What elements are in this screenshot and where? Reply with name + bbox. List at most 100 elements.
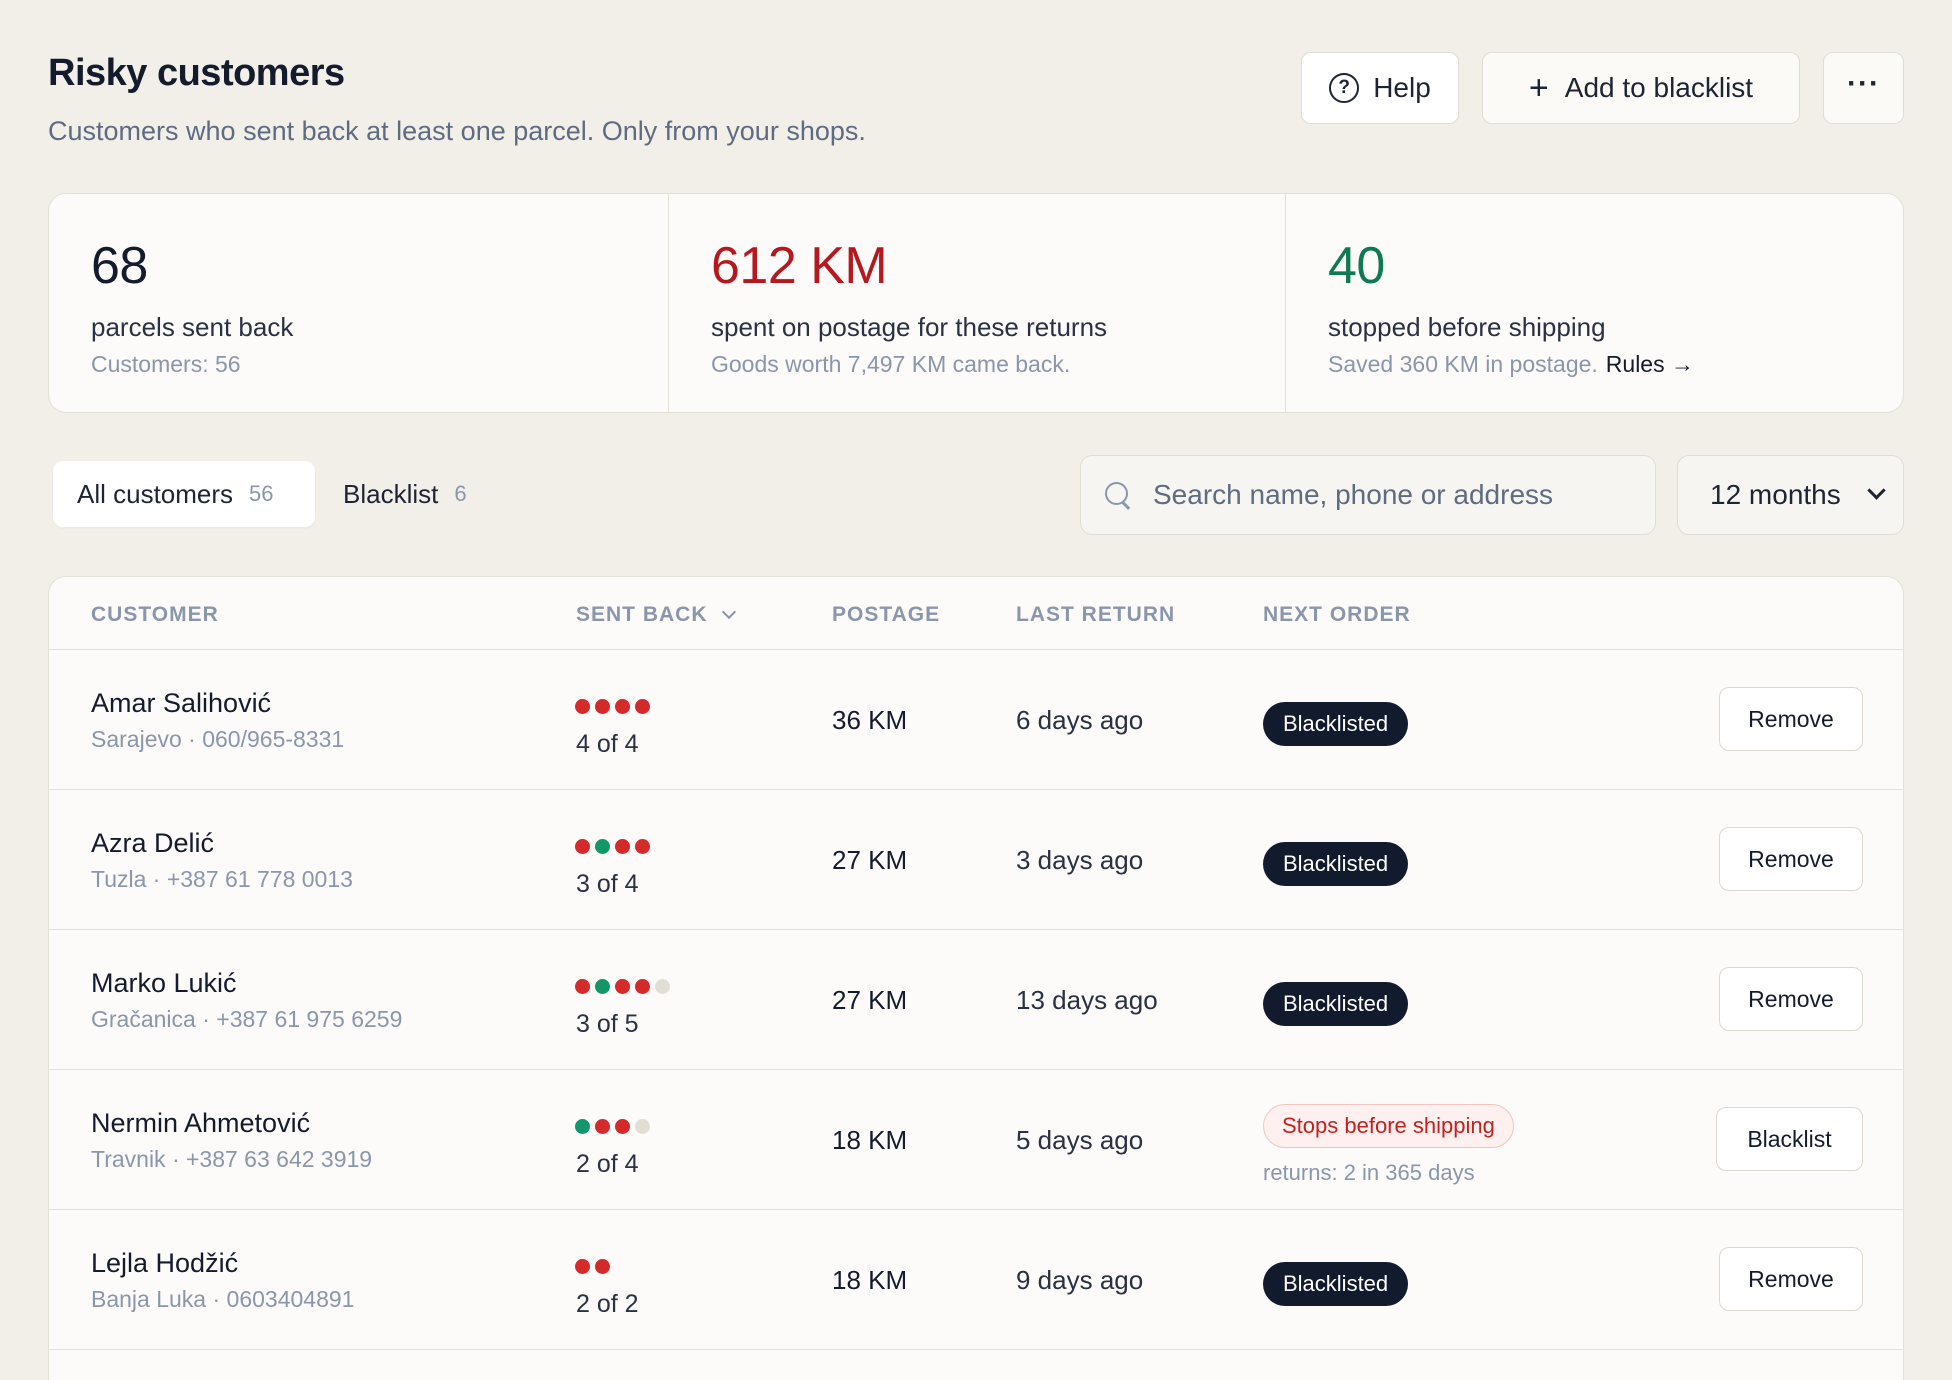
stat-value: 612 KM xyxy=(711,237,888,295)
return-dot-red xyxy=(575,1259,590,1274)
postage-value: 27 KM xyxy=(832,845,908,875)
customer-meta: Gračanica · +387 61 975 6259 xyxy=(91,1006,403,1032)
tab-label: Blacklist xyxy=(343,478,439,509)
customer-meta: Banja Luka · 0603404891 xyxy=(91,1286,355,1312)
return-dot-red xyxy=(635,839,650,854)
return-dot-red xyxy=(575,979,590,994)
return-dot-red xyxy=(615,1119,630,1134)
remove-button[interactable]: Remove xyxy=(1719,967,1863,1031)
customer-name: Nermin Ahmetović xyxy=(91,1108,311,1138)
page-subtitle: Customers who sent back at least one par… xyxy=(48,116,866,146)
stat-stopped-before-shipping: 40 stopped before shipping Saved 360 KM … xyxy=(1286,194,1903,412)
remove-button[interactable]: Remove xyxy=(1719,687,1863,751)
add-to-blacklist-button[interactable]: + Add to blacklist xyxy=(1482,52,1800,124)
return-dot-red xyxy=(635,979,650,994)
last-return-value: 9 days ago xyxy=(1016,1265,1144,1295)
remove-button[interactable]: Remove xyxy=(1719,827,1863,891)
stat-value: 68 xyxy=(91,237,148,295)
return-dot-green xyxy=(575,1119,590,1134)
status-badge-blacklisted: Blacklisted xyxy=(1263,702,1409,746)
customers-table: CUSTOMER SENT BACK POSTAGE LAST RETURN N… xyxy=(48,576,1904,1380)
help-button-label: Help xyxy=(1373,72,1431,103)
page-title: Risky customers xyxy=(48,52,345,94)
tab-blacklist[interactable]: Blacklist 6 xyxy=(319,461,491,527)
customer-name: Lejla Hodžić xyxy=(91,1248,239,1278)
sort-chevron-icon xyxy=(721,604,736,620)
stat-label: spent on postage for these returns xyxy=(711,312,1108,342)
last-return-value: 3 days ago xyxy=(1016,845,1144,875)
status-note: returns: 2 in 365 days xyxy=(1263,1160,1475,1185)
tab-label: All customers xyxy=(77,478,234,509)
column-header-sent-back[interactable]: SENT BACK xyxy=(576,603,736,627)
sent-back-fraction: 2 of 2 xyxy=(576,1290,639,1318)
customer-meta: Sarajevo · 060/965-8331 xyxy=(91,726,345,752)
last-return-value: 6 days ago xyxy=(1016,705,1144,735)
stat-sub: Customers: 56 xyxy=(91,351,241,377)
return-dot-red xyxy=(615,839,630,854)
customer-name: Azra Delić xyxy=(91,828,215,858)
blacklist-button[interactable]: Blacklist xyxy=(1716,1107,1863,1171)
tab-count: 6 xyxy=(454,481,467,506)
sent-back-dots xyxy=(575,1259,610,1274)
customer-name: Amar Salihović xyxy=(91,688,272,718)
table-row: Marko Lukić Gračanica · +387 61 975 6259 3… xyxy=(49,930,1903,1070)
remove-button[interactable]: Remove xyxy=(1719,1247,1863,1311)
return-dot-red xyxy=(575,699,590,714)
question-circle-icon: ? xyxy=(1329,73,1360,103)
sent-back-dots xyxy=(575,979,670,994)
status-badge-blacklisted: Blacklisted xyxy=(1263,982,1409,1026)
rules-link[interactable]: Rules → xyxy=(1606,351,1694,377)
table-row: Nermin Ahmetović Travnik · +387 63 642 39… xyxy=(49,1070,1903,1210)
table-row: Azra Delić Tuzla · +387 61 778 0013 3 of 4… xyxy=(49,790,1903,930)
postage-value: 18 KM xyxy=(832,1265,908,1295)
return-dot-green xyxy=(595,979,610,994)
last-return-value: 5 days ago xyxy=(1016,1125,1144,1155)
status-badge-blacklisted: Blacklisted xyxy=(1263,1262,1409,1306)
sent-back-dots xyxy=(575,1119,650,1134)
period-select[interactable]: 12 months xyxy=(1677,455,1904,535)
return-dot-red xyxy=(615,979,630,994)
page-header: Risky customers Customers who sent back … xyxy=(48,52,1904,162)
plus-icon: + xyxy=(1528,69,1549,107)
last-return-value: 13 days ago xyxy=(1016,985,1158,1015)
customer-name: Marko Lukić xyxy=(91,968,237,998)
sent-back-dots xyxy=(575,699,650,714)
table-row: Amar Salihović Sarajevo · 060/965-8331 4 o… xyxy=(49,650,1903,790)
column-header-last-return: LAST RETURN xyxy=(1016,603,1176,626)
column-header-postage: POSTAGE xyxy=(832,603,941,626)
sent-back-dots xyxy=(575,839,650,854)
sent-back-fraction: 2 of 4 xyxy=(576,1150,639,1178)
search-input[interactable] xyxy=(1153,479,1633,511)
column-header-customer: CUSTOMER xyxy=(91,603,219,626)
more-options-button[interactable]: ··· xyxy=(1823,52,1904,124)
return-dot-red xyxy=(595,1119,610,1134)
return-dot-red xyxy=(595,1259,610,1274)
stats-card: 68 parcels sent back Customers: 56 612 K… xyxy=(48,193,1904,413)
table-body: Amar Salihović Sarajevo · 060/965-8331 4 o… xyxy=(49,650,1903,1350)
return-dot-grey xyxy=(655,979,670,994)
status-badge-blacklisted: Blacklisted xyxy=(1263,842,1409,886)
stat-parcels-sent-back: 68 parcels sent back Customers: 56 xyxy=(49,194,669,412)
postage-value: 18 KM xyxy=(832,1125,908,1155)
stat-sub: Goods worth 7,497 KM came back. xyxy=(711,351,1071,377)
tab-all-customers[interactable]: All customers 56 xyxy=(53,461,315,527)
ellipsis-icon: ··· xyxy=(1847,67,1880,100)
stat-label: stopped before shipping xyxy=(1328,312,1606,342)
period-select-value: 12 months xyxy=(1710,479,1841,510)
column-header-next-order: NEXT ORDER xyxy=(1263,603,1411,626)
status-badge-warning: Stops before shipping xyxy=(1263,1104,1514,1148)
help-button[interactable]: ? Help xyxy=(1301,52,1459,124)
return-dot-green xyxy=(595,839,610,854)
search-box xyxy=(1080,455,1656,535)
stat-sub-text: Saved 360 KM in postage. xyxy=(1328,351,1598,377)
customer-meta: Tuzla · +387 61 778 0013 xyxy=(91,866,353,892)
table-row: Lejla Hodžić Banja Luka · 0603404891 2 of … xyxy=(49,1210,1903,1350)
return-dot-red xyxy=(615,699,630,714)
stat-postage-spent: 612 KM spent on postage for these return… xyxy=(669,194,1286,412)
chevron-down-icon xyxy=(1867,481,1886,500)
customer-meta: Travnik · +387 63 642 3919 xyxy=(91,1146,373,1172)
sent-back-fraction: 3 of 4 xyxy=(576,870,639,898)
stat-label: parcels sent back xyxy=(91,312,294,342)
postage-value: 27 KM xyxy=(832,985,908,1015)
return-dot-grey xyxy=(635,1119,650,1134)
